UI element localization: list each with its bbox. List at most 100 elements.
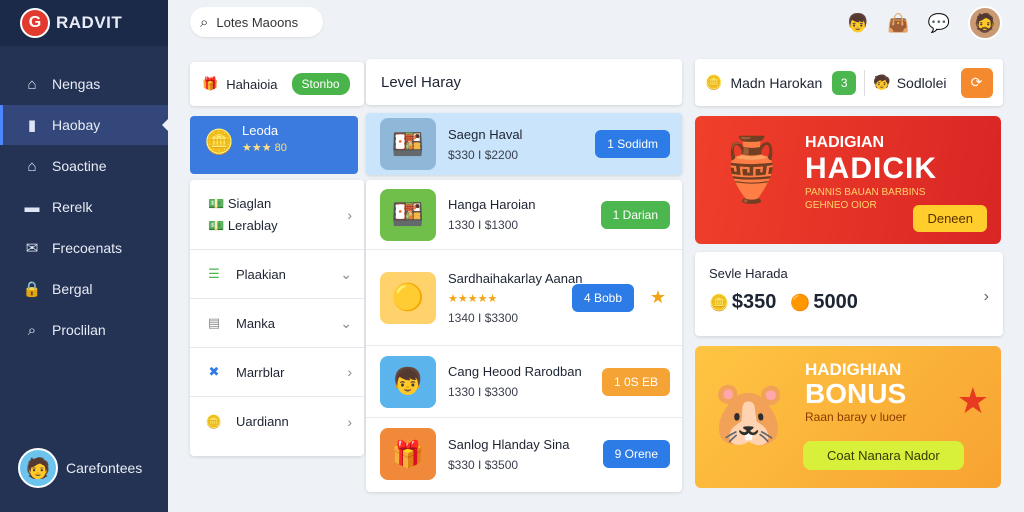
chevron-right-icon: › [347,364,352,380]
brand-logo: G [20,8,50,38]
promo-cta-button[interactable]: Coat Nanara Nador [803,441,964,470]
sidebar-item-6[interactable]: ⌕ Proclilan [0,310,168,350]
coin-icon: 🪙 [705,74,723,90]
brand-name: RADVIT [56,13,123,32]
item-title: Saegn Haval [448,126,523,142]
list-item[interactable]: 💵 Siaglan 💵 Lerablay › [190,180,364,250]
search-icon: ⌕ [27,321,37,339]
stat-value-1: $350 [731,291,777,313]
sidebar-item-label: Rerelk [52,199,93,215]
search-input[interactable]: ⌕ Lotes Maoons [190,7,323,37]
col1-top-card[interactable]: 🎁 Hahaioia Stonbo [190,62,364,106]
chevron-right-icon: › [983,288,989,305]
highlight-stars: ★★★ 80 [242,142,287,154]
sidebar-item-label: Bergal [52,281,93,297]
col1-highlight-card[interactable]: 🪙 Leoda ★★★ 80 [190,116,358,174]
character-icon: 👦 [380,355,436,408]
sidebar-nav: ⌂ Nengas ▮ Haobay ⌂ Soactine ▬ Rerelk ✉ Freco… [0,64,168,350]
item-title: Cang Heood Rarodban [448,364,582,379]
list-item-label: Uardiann [236,414,289,429]
star-icon: ★ [956,380,989,421]
sidebar-item-label: Haobay [52,117,101,133]
col1-top-pill[interactable]: Stonbo [291,73,350,95]
item-title: Hanga Haroian [448,197,536,212]
stat-card[interactable]: Sevle Harada 🪙 $350 🟠 5000 › [695,252,1003,336]
list-item[interactable]: 🎁 Sanlog Hlanday Sina $330 I $3500 9 Ore… [366,418,682,490]
sidebar-item-label: Frecoenats [52,240,123,256]
col2-item-list: 🍱 Hanga Haroian 1330 I $1300 1 Darian 🟡 … [366,180,682,492]
bookmark-icon: ▮ [27,117,37,134]
sidebar-item-label: Soactine [52,158,107,174]
cash-icon: 💵 [208,217,225,233]
sidebar-item-5[interactable]: 🔒 Bergal [0,269,168,309]
promo-subtitle: Raan baray v luoer [805,410,907,424]
item-title: Sardhaihakarlay Aanan [448,270,583,286]
mascot-icon: 🐹 [709,377,789,449]
col3-top-card: 🪙 Madn Harokan 3 🧒 Sodlolei ⟳ [695,59,1003,106]
item-action-button[interactable]: 4 Bobb [571,283,634,312]
gold-bars-icon: 🪙 [204,129,234,156]
item-action-button[interactable]: 9 Orene [602,440,670,468]
promo-banner-red[interactable]: 🏺 HADIGIAN HADICIK PANNIS BAUAN BARBINS … [695,116,1001,244]
list-item-label: Plaakian [236,266,286,282]
item-title: Sanlog Hlanday Sina [448,436,570,452]
promo-cta-button[interactable]: Deneen [913,205,987,232]
user-profile[interactable]: 🧑 Carefontees [18,448,142,488]
promo-banner-bonus[interactable]: 🐹 HADIGHIAN BONUS Raan baray v luoer ★ C… [695,346,1001,488]
sidebar-item-0[interactable]: ⌂ Nengas [0,64,168,104]
sidebar-item-label: Proclilan [52,322,106,338]
list-item[interactable]: ☰ Plaakian ⌄ [190,250,364,299]
document-icon: ▤ [207,315,221,330]
sidebar-item-3[interactable]: ▬ Rerelk [0,187,168,227]
stat-label: Sevle Harada [709,266,788,281]
lock-icon: 🔒 [22,281,42,298]
list-item[interactable]: ▤ Manka ⌄ [190,299,364,348]
list-item[interactable]: 🍱 Hanga Haroian 1330 I $1300 1 Darian [366,180,682,250]
bento-icon: 🍱 [380,118,436,170]
sidebar-item-1[interactable]: ▮ Haobay [0,105,168,145]
user-avatar[interactable]: 🧔 [968,6,1002,40]
item-price: 1330 I $3300 [448,385,519,399]
promo-title: HADICIK [805,152,937,185]
item-price: 1340 I $3300 [448,310,519,325]
list-item-label: Manka [236,315,276,331]
mail-icon: ✉ [25,240,39,257]
count-badge[interactable]: 3 [832,70,857,95]
sidebar-item-2[interactable]: ⌂ Soactine [0,146,168,186]
sidebar-item-4[interactable]: ✉ Frecoenats [0,228,168,268]
coin-icon: 🟡 [380,271,436,324]
profile-name: Carefontees [66,460,143,476]
bag-icon[interactable]: 👜 [887,13,909,34]
mascot-icon[interactable]: 👦 [847,13,869,34]
featured-item[interactable]: 🍱 Saegn Haval $330 I $2200 1 Sodidm [366,113,682,175]
list-item[interactable]: 👦 Cang Heood Rarodban 1330 I $3300 1 0S … [366,346,682,418]
item-price: $330 I $3500 [448,457,519,472]
avatar-icon: 🧒 [873,74,891,90]
chat-icon[interactable]: 💬 [928,13,950,34]
promo-title: BONUS [805,378,907,409]
item-price: $330 I $2200 [448,147,519,162]
top-icons: 👦 👜 💬 🧔 [829,6,1002,40]
list-item[interactable]: ✖ Marrblar › [190,348,364,397]
gift-icon: 🎁 [202,76,219,91]
sidebar-item-label: Nengas [52,76,101,92]
list-item[interactable]: 🪙 Uardiann › [190,397,364,446]
money-icon: 💵 [208,195,225,211]
chevron-right-icon: › [347,206,352,223]
stat-value-2: 5000 [813,291,858,313]
chevron-down-icon: ⌄ [340,265,352,282]
home-icon: ⌂ [27,75,37,93]
list-item[interactable]: 🟡 Sardhaihakarlay Aanan ★★★★★ 1340 I $33… [366,250,682,346]
list-item-line2: Lerablay [227,217,278,233]
col2-header: Level Haray [366,59,682,105]
chevron-down-icon: ⌄ [340,314,352,331]
folder-icon: ▬ [24,198,40,216]
star-icon: ★ [649,287,666,307]
col3-top-label2: Sodlolei [896,74,947,91]
item-action-button[interactable]: 1 Darian [600,200,670,229]
search-icon: ⌕ [200,13,209,31]
refresh-button[interactable]: ⟳ [960,67,993,98]
brand[interactable]: G RADVIT [0,0,168,46]
item-action-button[interactable]: 1 Sodidm [595,130,670,158]
item-action-button[interactable]: 1 0S EB [601,367,670,396]
